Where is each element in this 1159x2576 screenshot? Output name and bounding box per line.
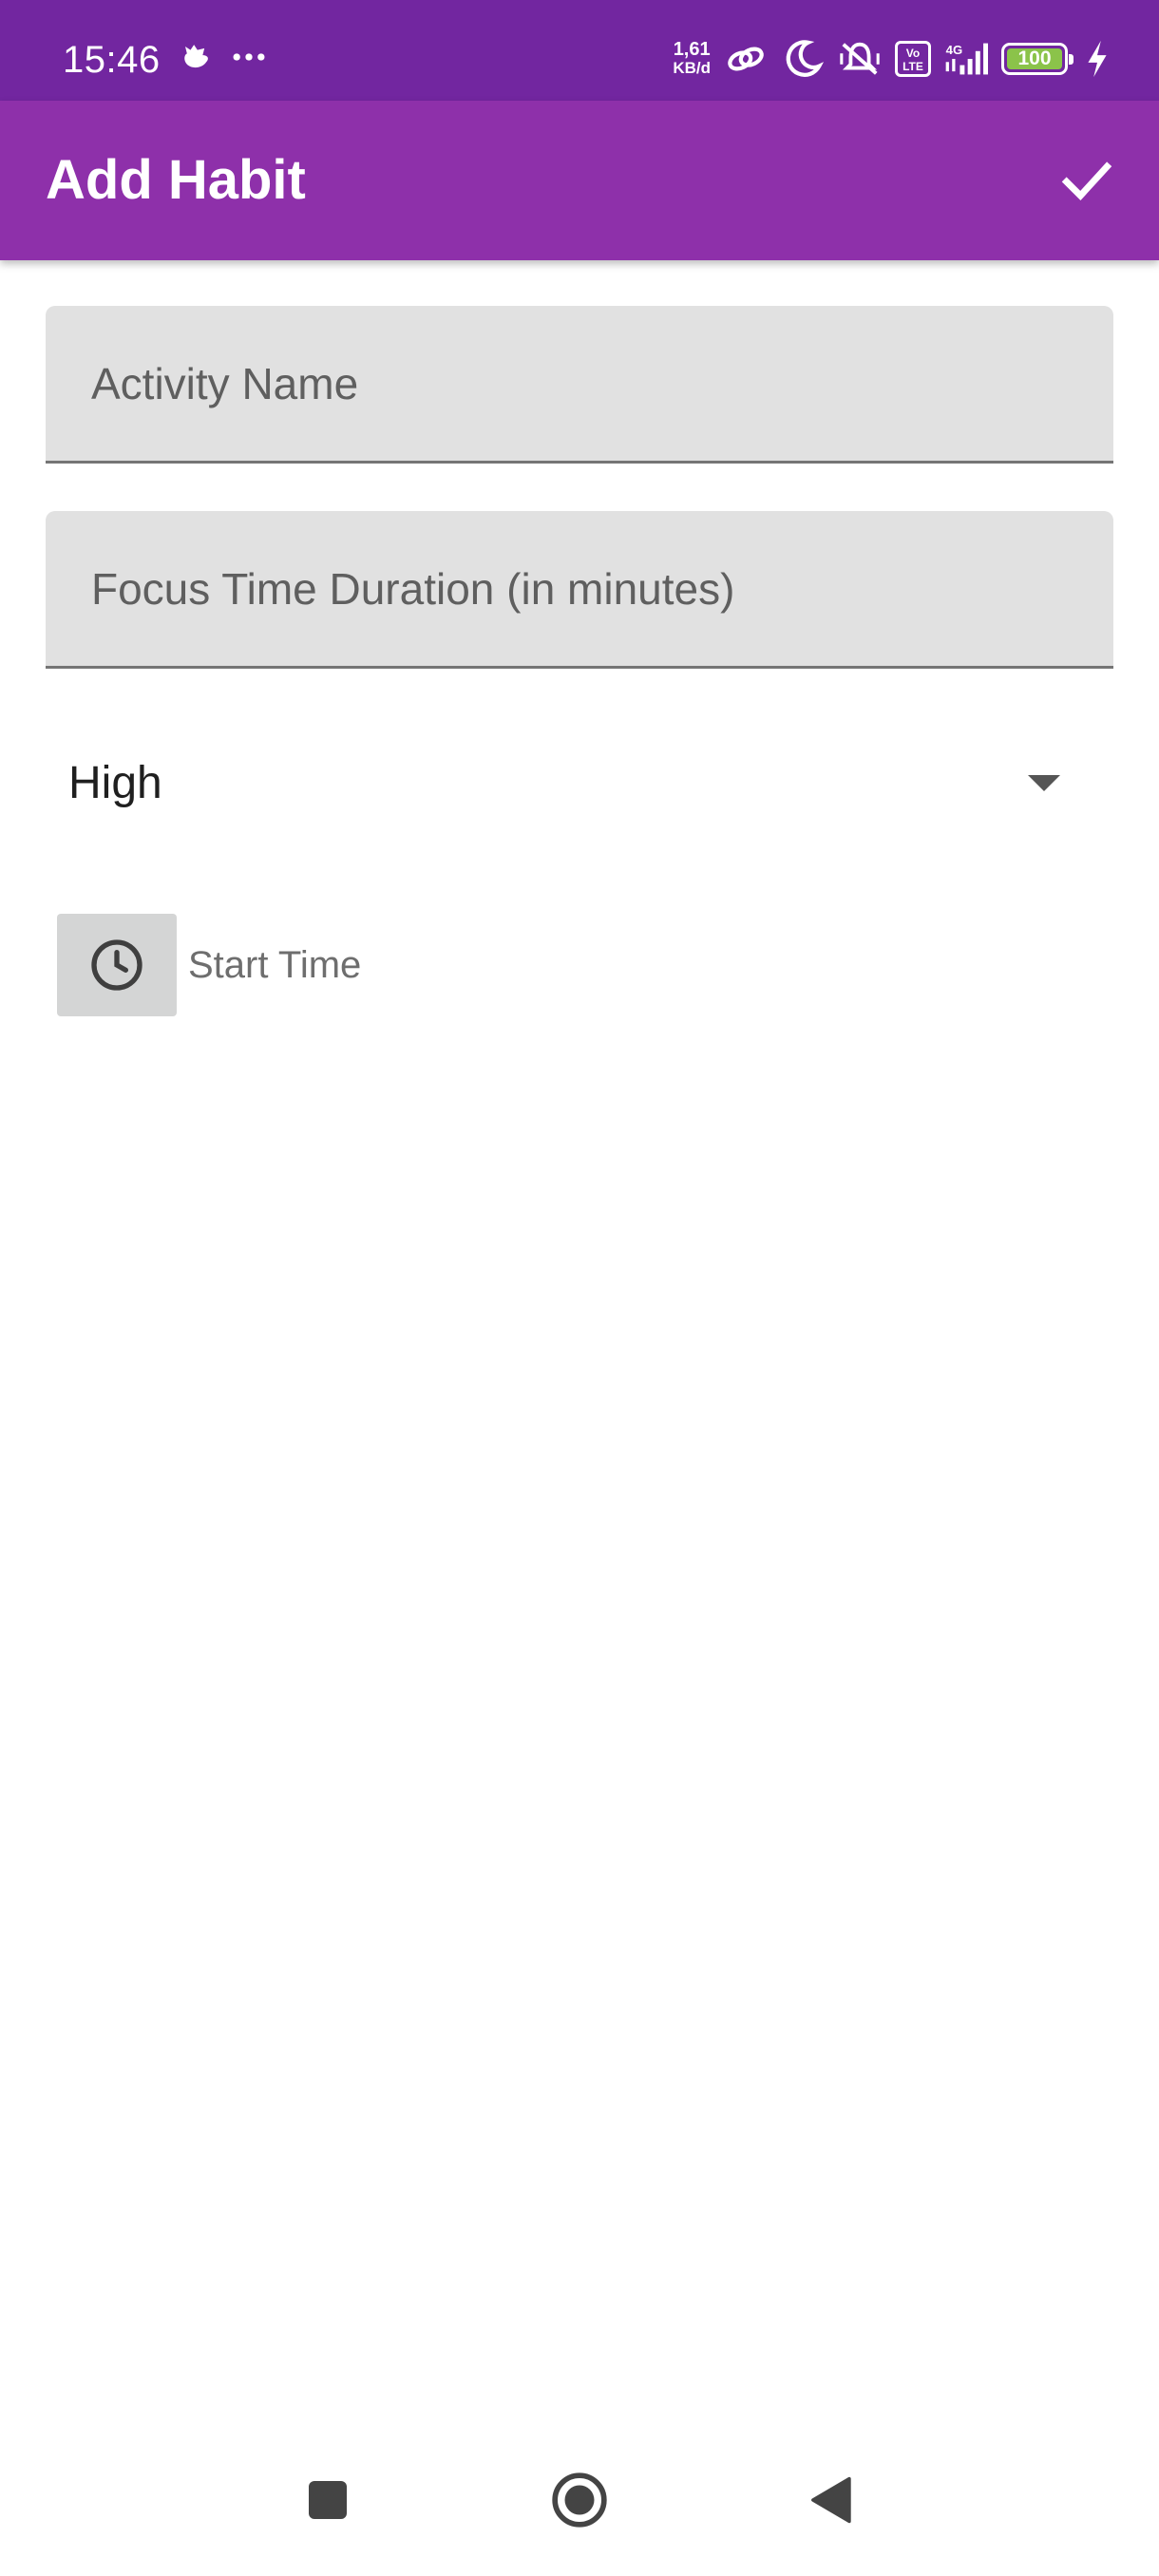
status-bar: 15:46 1,61 KB/d Vo LTE 4G 100 xyxy=(0,0,1159,101)
priority-dropdown[interactable]: High xyxy=(46,722,1113,845)
signal-icon: 4G xyxy=(945,43,988,75)
app-bar: Add Habit xyxy=(0,101,1159,260)
home-button[interactable] xyxy=(532,2453,627,2548)
battery-level: 100 xyxy=(1017,47,1052,69)
charging-bolt-icon xyxy=(1088,40,1107,78)
page-title: Add Habit xyxy=(46,149,306,211)
dropdown-arrow-icon xyxy=(1028,775,1060,791)
start-time-button[interactable] xyxy=(57,914,177,1016)
home-circle-icon xyxy=(552,2472,607,2528)
activity-name-field[interactable] xyxy=(46,306,1113,464)
network-speed: 1,61 KB/d xyxy=(673,40,711,78)
status-time: 15:46 xyxy=(63,39,161,81)
recents-square-icon xyxy=(309,2481,347,2519)
back-button[interactable] xyxy=(785,2453,880,2548)
volte-icon: Vo LTE xyxy=(895,41,931,77)
status-icons: 1,61 KB/d Vo LTE 4G 100 xyxy=(673,28,1113,89)
net-speed-value: 1,61 xyxy=(673,39,711,60)
clock-icon xyxy=(91,939,142,991)
mute-vibrate-icon xyxy=(840,42,880,75)
navigation-bar xyxy=(0,2432,1159,2576)
back-triangle-icon xyxy=(811,2476,851,2524)
net-speed-unit: KB/d xyxy=(673,59,711,77)
focus-duration-field[interactable] xyxy=(46,511,1113,669)
save-button[interactable] xyxy=(1045,139,1129,222)
start-time-label: Start Time xyxy=(188,943,362,986)
more-dots-icon xyxy=(233,53,265,61)
network-type: 4G xyxy=(946,43,963,57)
bird-icon xyxy=(184,45,208,68)
activity-name-input[interactable] xyxy=(91,306,1070,461)
focus-duration-input[interactable] xyxy=(91,511,1070,666)
priority-selected-value: High xyxy=(68,758,162,808)
start-time-row: Start Time xyxy=(57,914,361,1016)
recents-button[interactable] xyxy=(280,2453,375,2548)
check-icon xyxy=(1061,161,1112,201)
moon-icon xyxy=(786,40,825,77)
battery-icon: 100 xyxy=(1001,43,1074,75)
link-icon xyxy=(728,47,764,71)
